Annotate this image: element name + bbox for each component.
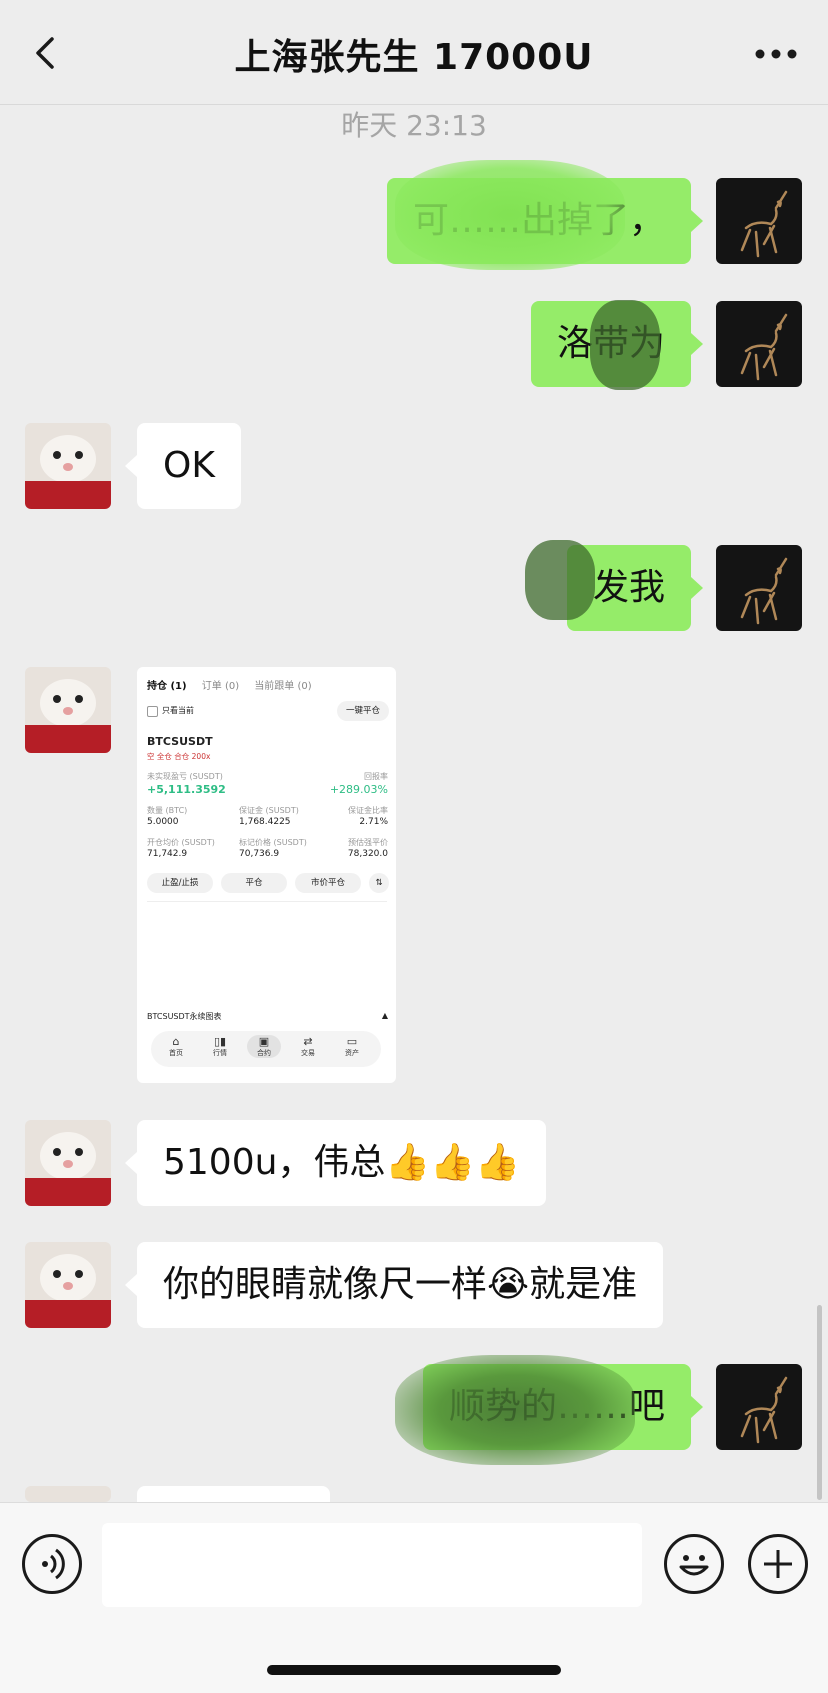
nav-market-label: 行情 — [213, 1049, 227, 1057]
tab-follow: 当前跟单 (0) — [254, 681, 312, 692]
my-avatar[interactable] — [716, 301, 802, 387]
contact-avatar[interactable] — [25, 1486, 111, 1502]
more-dots-icon[interactable] — [754, 42, 798, 66]
redaction-scribble — [395, 1355, 635, 1465]
qty-label: 数量 (BTC) — [147, 806, 188, 815]
divider — [147, 901, 387, 902]
nav-trade: ⇄ 交易 — [291, 1035, 325, 1058]
my-avatar[interactable] — [716, 178, 802, 264]
my-avatar[interactable] — [716, 1364, 802, 1450]
wallet-icon: ▭ — [346, 1035, 358, 1048]
nav-contract: ▣ 合约 — [247, 1035, 281, 1058]
message-bubble-received[interactable]: 你的眼睛就像尺一样😭就是准 — [124, 1242, 664, 1328]
chat-title: 上海张先生 17000U — [234, 37, 594, 78]
nav-contract-label: 合约 — [257, 1049, 271, 1057]
market-close-button: 市价平仓 — [295, 873, 361, 893]
roe-value: +289.03% — [329, 783, 388, 796]
contact-avatar[interactable] — [25, 667, 111, 753]
liq-value: 78,320.0 — [347, 849, 388, 859]
nav-market: ▯▮ 行情 — [203, 1035, 237, 1058]
margin-value: 1,768.4225 — [239, 817, 291, 827]
mark-value: 70,736.9 — [239, 849, 280, 859]
margin-ratio-value: 2.71% — [359, 817, 388, 827]
app-bottom-nav: ⌂ 首页 ▯▮ 行情 ▣ 合约 ⇄ 交易 ▭ 资产 — [151, 1031, 381, 1067]
message-bubble-received[interactable]: 5100u，伟总👍👍👍 — [125, 1120, 546, 1206]
nav-assets: ▭ 资产 — [335, 1035, 369, 1058]
roe-label: 回报率 — [364, 772, 388, 781]
qty-value: 5.0000 — [147, 817, 179, 827]
entry-value: 71,742.9 — [147, 849, 188, 859]
bars-icon: ▯▮ — [213, 1035, 227, 1048]
nav-trade-label: 交易 — [301, 1049, 315, 1057]
home-icon: ⌂ — [172, 1035, 180, 1048]
chart-label: BTCSUSDT永续图表 — [147, 1012, 222, 1021]
redaction-scribble — [525, 540, 595, 620]
margin-label: 保证金 (SUSDT) — [239, 806, 299, 815]
my-avatar[interactable] — [716, 545, 802, 631]
message-bubble-received[interactable]: OK — [125, 423, 241, 509]
screenshot-tabs: 持仓 (1) 订单 (0) 当前跟单 (0) — [147, 677, 324, 692]
image-message[interactable]: 持仓 (1) 订单 (0) 当前跟单 (0) 只看当前 一键平仓 BTCSUSD… — [137, 667, 396, 1083]
message-input[interactable] — [102, 1523, 642, 1607]
chevron-up-icon: ▲ — [381, 1011, 388, 1020]
scrollbar[interactable] — [817, 1305, 822, 1500]
contact-avatar[interactable] — [25, 1120, 111, 1206]
close-button: 平仓 — [221, 873, 287, 893]
emoji-icon[interactable] — [664, 1534, 724, 1594]
voice-icon[interactable] — [22, 1534, 82, 1594]
symbol-name: BTCSUSDT — [147, 735, 213, 748]
contract-icon: ▣ — [258, 1035, 270, 1048]
entry-label: 开仓均价 (SUSDT) — [147, 838, 215, 847]
redaction-scribble — [590, 300, 660, 390]
redaction-scribble — [395, 160, 625, 270]
contact-avatar[interactable] — [25, 423, 111, 509]
plus-icon[interactable] — [748, 1534, 808, 1594]
unrealized-label: 未实现盈亏 (SUSDT) — [147, 772, 223, 781]
nav-home: ⌂ 首页 — [159, 1035, 193, 1058]
liq-label: 预估强平价 — [348, 838, 388, 847]
unrealized-value: +5,111.3592 — [147, 783, 226, 796]
tab-positions: 持仓 (1) — [147, 681, 187, 692]
swap-icon: ⇅ — [369, 873, 389, 893]
exchange-icon: ⇄ — [303, 1035, 313, 1048]
tpsl-button: 止盈/止损 — [147, 873, 213, 893]
close-all-button: 一键平仓 — [337, 701, 389, 721]
only-current-label: 只看当前 — [162, 706, 194, 715]
nav-home-label: 首页 — [169, 1049, 183, 1057]
home-indicator[interactable] — [267, 1665, 561, 1675]
message-timestamp: 昨天 23:13 — [341, 109, 487, 142]
message-bubble-received[interactable] — [137, 1486, 330, 1502]
margin-ratio-label: 保证金比率 — [348, 806, 388, 815]
contact-avatar[interactable] — [25, 1242, 111, 1328]
nav-assets-label: 资产 — [345, 1049, 359, 1057]
checkbox-icon — [147, 706, 158, 717]
tab-orders: 订单 (0) — [201, 681, 240, 692]
mark-label: 标记价格 (SUSDT) — [239, 838, 307, 847]
position-tags: 空 全仓 合仓 200x — [147, 752, 211, 761]
chat-header: 上海张先生 17000U — [0, 0, 828, 105]
